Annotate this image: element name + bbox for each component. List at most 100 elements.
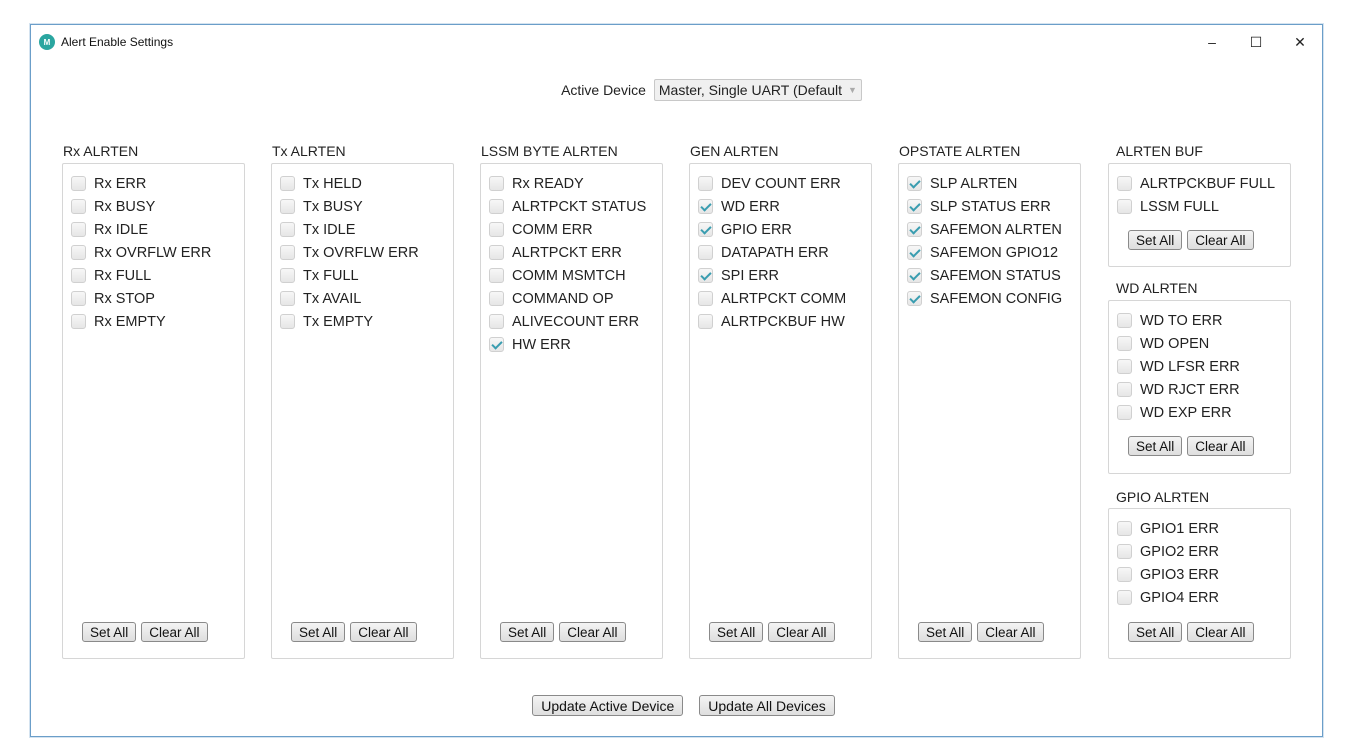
checkbox-unchecked-icon[interactable] bbox=[1117, 382, 1132, 397]
clear-all-button[interactable]: Clear All bbox=[350, 622, 417, 642]
update-active-device-button[interactable]: Update Active Device bbox=[532, 695, 684, 716]
active-device-select[interactable]: Master, Single UART (Default ▼ bbox=[653, 79, 862, 101]
checkbox-unchecked-icon[interactable] bbox=[280, 245, 295, 260]
checkbox-item[interactable]: Rx EMPTY bbox=[71, 310, 211, 333]
checkbox-item[interactable]: GPIO4 ERR bbox=[1117, 586, 1219, 609]
checkbox-item[interactable]: SAFEMON CONFIG bbox=[907, 287, 1062, 310]
checkbox-item[interactable]: Tx OVRFLW ERR bbox=[280, 241, 419, 264]
checkbox-checked-icon[interactable] bbox=[698, 222, 713, 237]
checkbox-item[interactable]: WD TO ERR bbox=[1117, 309, 1240, 332]
checkbox-item[interactable]: ALIVECOUNT ERR bbox=[489, 310, 646, 333]
checkbox-item[interactable]: WD ERR bbox=[698, 195, 846, 218]
minimize-icon[interactable]: – bbox=[1190, 25, 1234, 59]
set-all-button[interactable]: Set All bbox=[500, 622, 555, 642]
checkbox-item[interactable]: Tx HELD bbox=[280, 172, 419, 195]
checkbox-unchecked-icon[interactable] bbox=[698, 314, 713, 329]
checkbox-item[interactable]: Tx EMPTY bbox=[280, 310, 419, 333]
checkbox-unchecked-icon[interactable] bbox=[71, 314, 86, 329]
set-all-button[interactable]: Set All bbox=[1128, 230, 1183, 250]
checkbox-item[interactable]: COMMAND OP bbox=[489, 287, 646, 310]
checkbox-unchecked-icon[interactable] bbox=[489, 314, 504, 329]
close-icon[interactable]: ✕ bbox=[1278, 25, 1322, 59]
checkbox-unchecked-icon[interactable] bbox=[280, 314, 295, 329]
checkbox-unchecked-icon[interactable] bbox=[489, 176, 504, 191]
checkbox-item[interactable]: SAFEMON STATUS bbox=[907, 264, 1062, 287]
checkbox-checked-icon[interactable] bbox=[907, 222, 922, 237]
checkbox-item[interactable]: WD OPEN bbox=[1117, 332, 1240, 355]
checkbox-item[interactable]: SAFEMON ALRTEN bbox=[907, 218, 1062, 241]
checkbox-item[interactable]: ALRTPCKBUF FULL bbox=[1117, 172, 1275, 195]
checkbox-item[interactable]: Tx AVAIL bbox=[280, 287, 419, 310]
checkbox-checked-icon[interactable] bbox=[489, 337, 504, 352]
clear-all-button[interactable]: Clear All bbox=[559, 622, 626, 642]
checkbox-item[interactable]: GPIO2 ERR bbox=[1117, 540, 1219, 563]
checkbox-unchecked-icon[interactable] bbox=[1117, 199, 1132, 214]
clear-all-button[interactable]: Clear All bbox=[141, 622, 208, 642]
checkbox-unchecked-icon[interactable] bbox=[280, 199, 295, 214]
checkbox-item[interactable]: COMM ERR bbox=[489, 218, 646, 241]
checkbox-unchecked-icon[interactable] bbox=[1117, 590, 1132, 605]
checkbox-item[interactable]: DATAPATH ERR bbox=[698, 241, 846, 264]
checkbox-unchecked-icon[interactable] bbox=[71, 199, 86, 214]
checkbox-checked-icon[interactable] bbox=[907, 291, 922, 306]
checkbox-unchecked-icon[interactable] bbox=[71, 291, 86, 306]
checkbox-unchecked-icon[interactable] bbox=[489, 291, 504, 306]
clear-all-button[interactable]: Clear All bbox=[1187, 622, 1254, 642]
clear-all-button[interactable]: Clear All bbox=[1187, 230, 1254, 250]
checkbox-item[interactable]: GPIO ERR bbox=[698, 218, 846, 241]
checkbox-item[interactable]: Tx BUSY bbox=[280, 195, 419, 218]
checkbox-unchecked-icon[interactable] bbox=[698, 176, 713, 191]
set-all-button[interactable]: Set All bbox=[1128, 436, 1183, 456]
checkbox-unchecked-icon[interactable] bbox=[489, 245, 504, 260]
checkbox-item[interactable]: ALRTPCKT STATUS bbox=[489, 195, 646, 218]
checkbox-item[interactable]: GPIO3 ERR bbox=[1117, 563, 1219, 586]
checkbox-unchecked-icon[interactable] bbox=[71, 176, 86, 191]
checkbox-unchecked-icon[interactable] bbox=[1117, 567, 1132, 582]
checkbox-item[interactable]: Rx FULL bbox=[71, 264, 211, 287]
checkbox-item[interactable]: Tx IDLE bbox=[280, 218, 419, 241]
checkbox-item[interactable]: SPI ERR bbox=[698, 264, 846, 287]
checkbox-item[interactable]: SAFEMON GPIO12 bbox=[907, 241, 1062, 264]
checkbox-unchecked-icon[interactable] bbox=[280, 222, 295, 237]
set-all-button[interactable]: Set All bbox=[709, 622, 764, 642]
checkbox-unchecked-icon[interactable] bbox=[71, 268, 86, 283]
checkbox-unchecked-icon[interactable] bbox=[280, 268, 295, 283]
checkbox-unchecked-icon[interactable] bbox=[698, 245, 713, 260]
checkbox-item[interactable]: LSSM FULL bbox=[1117, 195, 1275, 218]
set-all-button[interactable]: Set All bbox=[82, 622, 137, 642]
checkbox-checked-icon[interactable] bbox=[907, 176, 922, 191]
checkbox-item[interactable]: SLP STATUS ERR bbox=[907, 195, 1062, 218]
clear-all-button[interactable]: Clear All bbox=[977, 622, 1044, 642]
checkbox-item[interactable]: ALRTPCKBUF HW bbox=[698, 310, 846, 333]
checkbox-item[interactable]: GPIO1 ERR bbox=[1117, 517, 1219, 540]
checkbox-unchecked-icon[interactable] bbox=[280, 291, 295, 306]
checkbox-unchecked-icon[interactable] bbox=[71, 222, 86, 237]
set-all-button[interactable]: Set All bbox=[291, 622, 346, 642]
checkbox-item[interactable]: ALRTPCKT COMM bbox=[698, 287, 846, 310]
checkbox-item[interactable]: Tx FULL bbox=[280, 264, 419, 287]
checkbox-unchecked-icon[interactable] bbox=[489, 268, 504, 283]
checkbox-unchecked-icon[interactable] bbox=[1117, 405, 1132, 420]
checkbox-checked-icon[interactable] bbox=[907, 245, 922, 260]
set-all-button[interactable]: Set All bbox=[1128, 622, 1183, 642]
checkbox-unchecked-icon[interactable] bbox=[1117, 313, 1132, 328]
clear-all-button[interactable]: Clear All bbox=[1187, 436, 1254, 456]
checkbox-item[interactable]: Rx IDLE bbox=[71, 218, 211, 241]
checkbox-item[interactable]: Rx OVRFLW ERR bbox=[71, 241, 211, 264]
checkbox-unchecked-icon[interactable] bbox=[71, 245, 86, 260]
checkbox-unchecked-icon[interactable] bbox=[489, 199, 504, 214]
set-all-button[interactable]: Set All bbox=[918, 622, 973, 642]
checkbox-unchecked-icon[interactable] bbox=[698, 291, 713, 306]
checkbox-item[interactable]: ALRTPCKT ERR bbox=[489, 241, 646, 264]
checkbox-item[interactable]: DEV COUNT ERR bbox=[698, 172, 846, 195]
checkbox-unchecked-icon[interactable] bbox=[489, 222, 504, 237]
checkbox-checked-icon[interactable] bbox=[698, 268, 713, 283]
checkbox-item[interactable]: WD LFSR ERR bbox=[1117, 355, 1240, 378]
checkbox-checked-icon[interactable] bbox=[907, 199, 922, 214]
checkbox-item[interactable]: Rx READY bbox=[489, 172, 646, 195]
checkbox-item[interactable]: SLP ALRTEN bbox=[907, 172, 1062, 195]
maximize-icon[interactable]: ☐ bbox=[1234, 25, 1278, 59]
update-all-devices-button[interactable]: Update All Devices bbox=[699, 695, 835, 716]
checkbox-unchecked-icon[interactable] bbox=[1117, 359, 1132, 374]
checkbox-checked-icon[interactable] bbox=[698, 199, 713, 214]
